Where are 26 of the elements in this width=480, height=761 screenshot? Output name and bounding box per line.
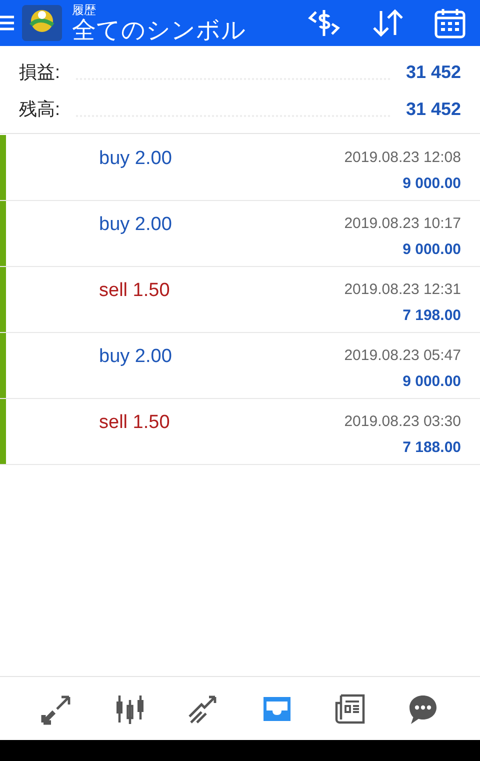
deal-amount: 7 198.00 <box>402 306 461 326</box>
deal-type: sell 1.50 <box>99 411 170 435</box>
deal-time: 2019.08.23 10:17 <box>344 214 461 234</box>
summary-value: 31 452 <box>406 98 461 121</box>
menu-icon[interactable] <box>0 15 14 31</box>
app-logo-icon <box>22 5 62 41</box>
deal-amount: 9 000.00 <box>402 372 461 392</box>
deal-amount: 9 000.00 <box>402 174 461 194</box>
currency-exchange-icon[interactable] <box>306 8 342 38</box>
sort-icon[interactable] <box>372 8 404 38</box>
deal-type: buy 2.00 <box>99 147 172 171</box>
deal-type: buy 2.00 <box>99 345 172 369</box>
summary-label: 残高: <box>19 98 60 121</box>
screen-title[interactable]: 全てのシンボル <box>72 18 246 42</box>
deal-amount: 9 000.00 <box>402 240 461 260</box>
deal-amount: 7 188.00 <box>402 438 461 458</box>
deal-time: 2019.08.23 12:08 <box>344 148 461 168</box>
deal-type: buy 2.00 <box>99 213 172 237</box>
summary-label: 損益: <box>19 61 60 84</box>
deal-time: 2019.08.23 05:47 <box>344 346 461 366</box>
deal-time: 2019.08.23 12:31 <box>344 280 461 300</box>
deal-type: sell 1.50 <box>99 279 170 303</box>
screen-subtitle: 履歴 <box>72 4 97 16</box>
summary-value: 31 452 <box>406 61 461 84</box>
deal-time: 2019.08.23 03:30 <box>344 412 461 432</box>
calendar-icon[interactable] <box>434 7 466 39</box>
